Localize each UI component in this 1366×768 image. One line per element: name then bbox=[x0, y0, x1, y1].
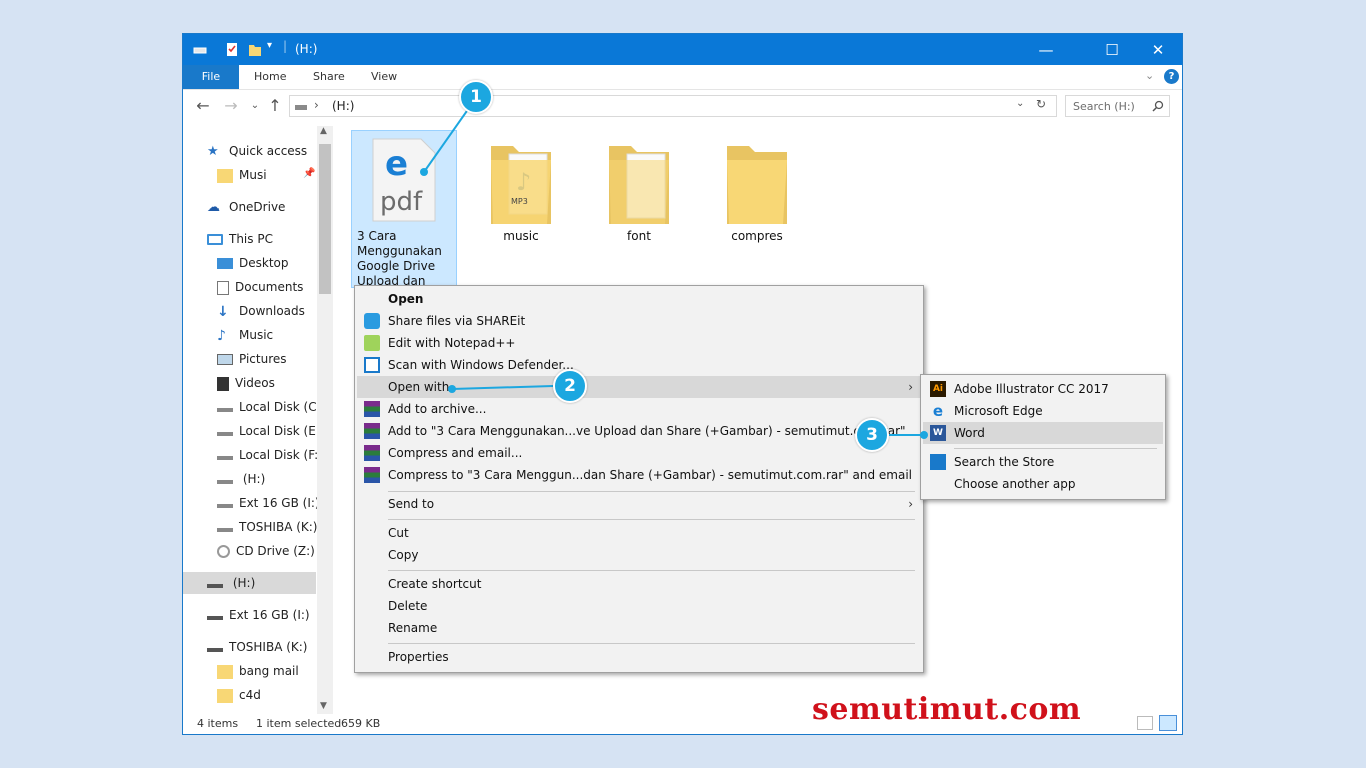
annotation-lines bbox=[420, 97, 928, 439]
callout-1: 1 bbox=[459, 80, 493, 114]
callout-3: 3 bbox=[855, 418, 889, 452]
watermark: semutimut.com bbox=[812, 692, 1082, 727]
callout-2: 2 bbox=[553, 369, 587, 403]
